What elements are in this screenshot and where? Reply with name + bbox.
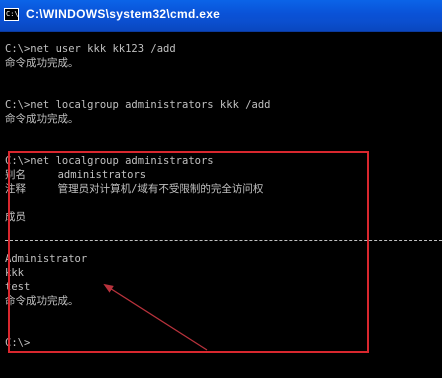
highlight-box: [8, 151, 369, 353]
title-bar[interactable]: C:\ C:\WINDOWS\system32\cmd.exe: [0, 0, 442, 32]
console-line: 命令成功完成。: [5, 113, 79, 125]
console-line: C:\>net user kkk kk123 /add: [5, 43, 176, 55]
console-line: C:\>net localgroup administrators kkk /a…: [5, 99, 271, 111]
console-line: 命令成功完成。: [5, 57, 79, 69]
cmd-icon-text: C:\: [6, 10, 19, 18]
cmd-window: C:\ C:\WINDOWS\system32\cmd.exe C:\>net …: [0, 0, 442, 378]
window-title: C:\WINDOWS\system32\cmd.exe: [26, 7, 221, 21]
cmd-icon: C:\: [4, 8, 19, 21]
console-area[interactable]: C:\>net user kkk kk123 /add 命令成功完成。 C:\>…: [0, 32, 442, 378]
